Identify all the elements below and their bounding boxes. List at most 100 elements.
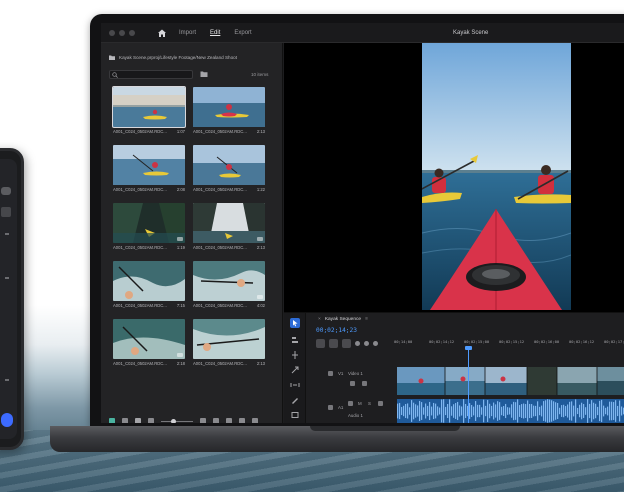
mic-icon[interactable] (378, 401, 383, 406)
thumbnail-size-slider[interactable] (161, 418, 193, 423)
clip-thumbnail[interactable] (193, 319, 265, 359)
lock-track-icon[interactable] (328, 371, 333, 376)
clip-duration: 2:13 (256, 129, 265, 134)
phone-indicator (5, 379, 9, 381)
phone-action-button[interactable] (1, 413, 13, 427)
zoom-window-button[interactable] (129, 29, 135, 36)
clip-thumbnail[interactable] (193, 261, 265, 301)
media-clip[interactable]: A001_C024_0502AM.RDC... 4:02 (193, 261, 265, 308)
media-clip[interactable]: A001_C024_0502AM.RDC... 2:08 (113, 145, 185, 192)
solo-button[interactable]: S (368, 401, 371, 406)
selection-tool-icon[interactable] (290, 318, 300, 328)
grid-view-icon[interactable] (135, 418, 141, 423)
clip-thumbnail[interactable] (193, 145, 265, 185)
timeline-panel: × Kayak Sequence ≡ 00;02;14;23 00;14;00 … (284, 312, 624, 423)
clip-thumbnail[interactable] (113, 319, 185, 359)
phone-control (1, 207, 11, 217)
nest-icon[interactable] (316, 339, 325, 348)
wrench-icon[interactable] (364, 341, 369, 346)
audio-waveform (397, 399, 624, 423)
media-clip[interactable]: A001_C024_0502AM.RDC... 7:15 (113, 261, 185, 308)
sequence-name: Kayak Sequence (324, 317, 362, 322)
close-icon[interactable]: × (318, 317, 321, 322)
playhead-timecode[interactable]: 00;02;14;23 (316, 327, 357, 334)
clip-name: A001_C024_0502AM.RDC... (193, 361, 247, 366)
clip-name: A001_C024_0502AM.RDC... (193, 245, 247, 250)
new-bin-icon[interactable] (226, 418, 232, 423)
snap-icon[interactable] (329, 339, 338, 348)
close-window-button[interactable] (109, 29, 115, 36)
video-track-clips[interactable] (397, 367, 624, 395)
media-clip[interactable]: A001_C024_0502AM.RDC... 2:13 (193, 319, 265, 366)
ruler-tick: 00;14;00 (394, 339, 413, 344)
captions-icon[interactable] (373, 341, 378, 346)
clip-duration: 1:07 (176, 129, 185, 134)
clip-badge (177, 353, 183, 357)
pen-icon[interactable] (109, 418, 115, 423)
ripple-edit-tool-icon[interactable] (290, 350, 300, 360)
pen-tool-icon[interactable] (290, 395, 300, 405)
playhead[interactable] (468, 349, 469, 423)
program-monitor (284, 43, 624, 312)
panel-menu-icon[interactable]: ≡ (365, 317, 368, 322)
clip-thumbnail[interactable] (193, 87, 265, 127)
slider-handle[interactable] (171, 418, 176, 423)
track-name: Video 1 (348, 371, 363, 376)
list-view-icon[interactable] (122, 418, 128, 423)
ruler-tick: 00;02;16;12 (569, 339, 595, 344)
clip-thumbnail[interactable] (113, 203, 185, 243)
ruler-tick: 00;02;14;12 (429, 339, 455, 344)
media-browser-panel: Kayak Scene.prproj/Lifestyle Footage/New… (101, 43, 283, 423)
clip-thumbnail[interactable] (193, 203, 265, 243)
track-id: V1 (338, 371, 344, 376)
breadcrumb-path[interactable]: Kayak Scene.prproj/Lifestyle Footage/New… (119, 55, 237, 60)
add-marker-icon[interactable] (355, 341, 360, 346)
nav-import[interactable]: Import (179, 30, 196, 36)
lock-track-icon[interactable] (328, 405, 333, 410)
audio-track-waveform[interactable] (397, 399, 624, 423)
window-title: Kayak Scene (453, 30, 489, 36)
slip-tool-icon[interactable] (290, 380, 300, 390)
eye-icon[interactable] (350, 381, 355, 386)
nav-edit[interactable]: Edit (210, 30, 220, 36)
clip-thumbnail[interactable] (112, 86, 186, 128)
mute-button[interactable]: M (358, 401, 362, 406)
search-input[interactable] (109, 70, 193, 79)
time-ruler[interactable]: 00;14;00 00;02;14;12 00;02;15;00 00;02;1… (394, 339, 624, 349)
clip-name: A001_C024_0502AM.RDC... (193, 129, 247, 134)
clip-duration: 1:22 (256, 187, 265, 192)
sync-lock-icon[interactable] (362, 381, 367, 386)
rectangle-tool-icon[interactable] (290, 410, 300, 420)
razor-tool-icon[interactable] (290, 365, 300, 375)
sort-icon[interactable] (200, 418, 206, 423)
tab-kayak-sequence[interactable]: × Kayak Sequence ≡ (318, 317, 368, 322)
media-clip[interactable]: A001_C024_0502AM.RDC... 1:19 (113, 203, 185, 250)
media-clip[interactable]: A001_C024_0502AM.RDC... 2:13 (193, 87, 265, 134)
video-preview[interactable] (422, 43, 571, 310)
phone-indicator (5, 277, 9, 279)
clip-duration: 7:15 (176, 303, 185, 308)
clip-name: A001_C024_0502AM.RDC... (113, 129, 167, 134)
nav-export[interactable]: Export (234, 30, 251, 36)
new-bin-icon[interactable] (200, 70, 208, 78)
clip-thumbnail[interactable] (113, 145, 185, 185)
laptop-notch (310, 426, 460, 431)
home-icon[interactable] (157, 28, 167, 38)
media-clip[interactable]: A001_C024_0502AM.RDC... 1:07 (112, 86, 186, 134)
phone-control (1, 187, 11, 195)
trash-icon[interactable] (252, 418, 258, 423)
clip-name: A001_C024_0502AM.RDC... (113, 361, 167, 366)
media-clip[interactable]: A001_C024_0502AM.RDC... 1:22 (193, 145, 265, 192)
linked-selection-icon[interactable] (342, 339, 351, 348)
new-item-icon[interactable] (239, 418, 245, 423)
bin-icon[interactable] (213, 418, 219, 423)
clip-thumbnail[interactable] (113, 261, 185, 301)
track-select-tool-icon[interactable] (290, 335, 300, 345)
clip-duration: 2:08 (176, 187, 185, 192)
freeform-view-icon[interactable] (148, 418, 154, 423)
minimize-window-button[interactable] (119, 29, 125, 36)
voiceover-icon[interactable] (348, 401, 353, 406)
media-clip[interactable]: A001_C024_0502AM.RDC... 2:18 (113, 319, 185, 366)
workspace-nav: Import Edit Export (179, 30, 252, 36)
media-clip[interactable]: A001_C024_0502AM.RDC... 2:13 (193, 203, 265, 250)
